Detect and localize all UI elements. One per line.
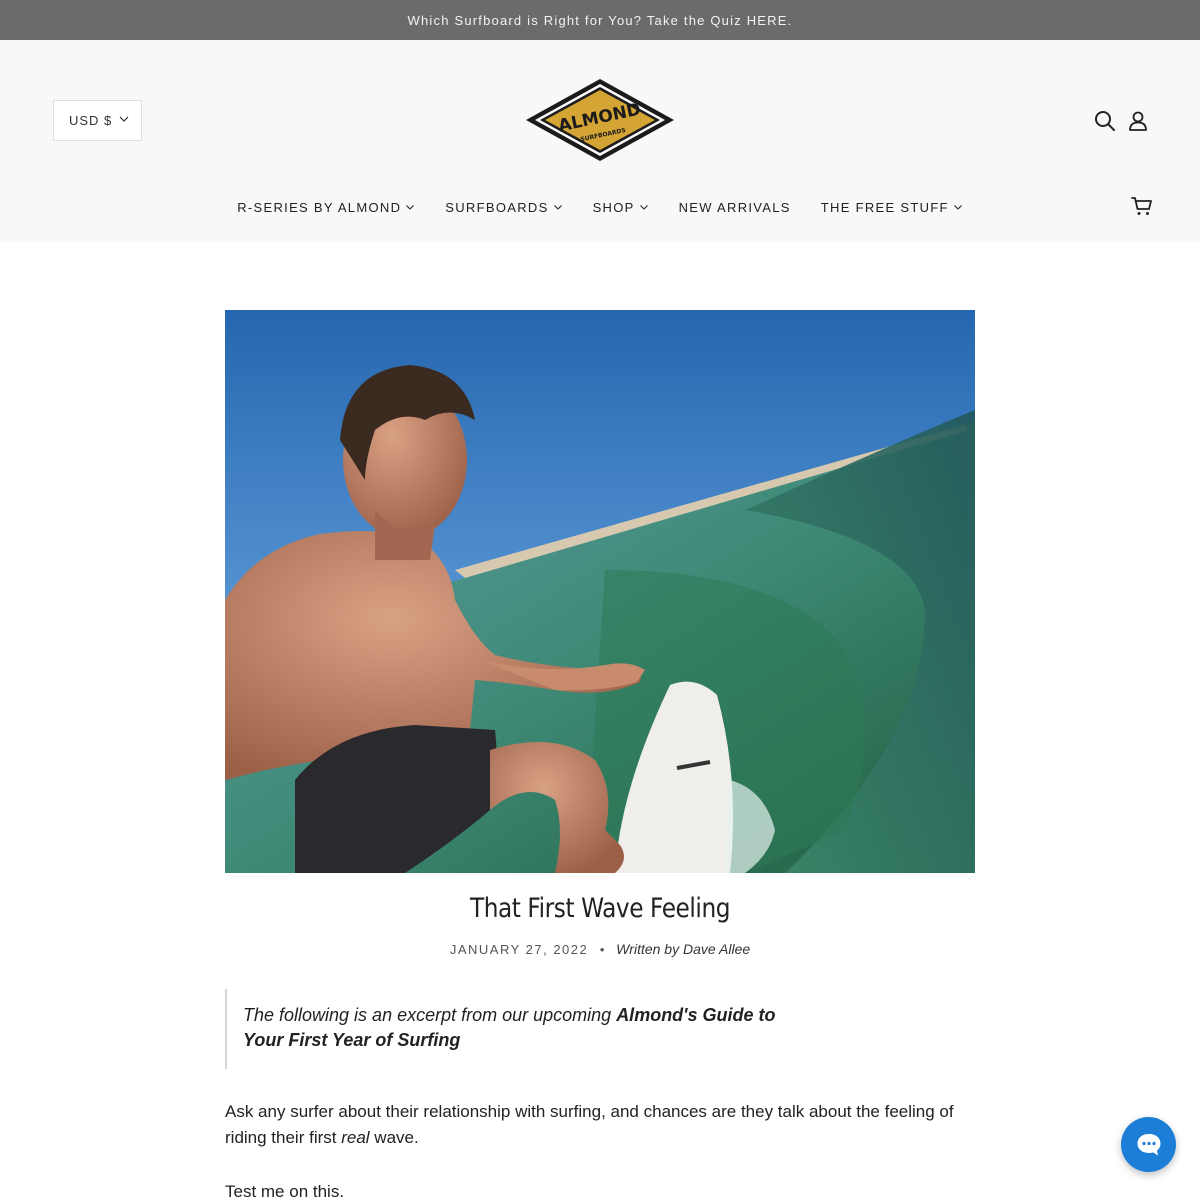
excerpt-quote: The following is an excerpt from our upc…	[225, 989, 785, 1069]
nav-label: SURFBOARDS	[445, 199, 549, 215]
cart-icon[interactable]	[1130, 194, 1154, 218]
nav-item-r-series[interactable]: R-SERIES BY ALMOND	[237, 196, 415, 218]
chevron-down-icon	[639, 205, 648, 210]
announcement-link[interactable]: Which Surfboard is Right for You? Take t…	[408, 13, 793, 28]
almond-surfboards-logo[interactable]: ALMOND SURFBOARDS	[524, 77, 676, 163]
chat-widget-button[interactable]	[1121, 1117, 1176, 1172]
nav-item-free-stuff[interactable]: THE FREE STUFF	[821, 196, 963, 218]
currency-selector[interactable]: USD $	[53, 100, 142, 141]
site-header: USD $ ALMOND SURFBOARDS R-SERIES BY ALMO…	[0, 40, 1200, 242]
currency-label: USD $	[69, 113, 113, 128]
announcement-bar: Which Surfboard is Right for You? Take t…	[0, 0, 1200, 40]
article-date: JANUARY 27, 2022	[449, 942, 589, 957]
nav-label: THE FREE STUFF	[820, 199, 949, 215]
chevron-down-icon	[953, 205, 962, 210]
nav-item-new-arrivals[interactable]: NEW ARRIVALS	[679, 196, 791, 218]
paragraph-text: Ask any surfer about their relationship …	[225, 1102, 954, 1147]
article-title: That First Wave Feeling	[469, 893, 731, 924]
chat-bubble-icon	[1137, 1133, 1160, 1155]
main-nav: R-SERIES BY ALMOND SURFBOARDS SHOP NEW A…	[0, 196, 1200, 218]
nav-item-shop[interactable]: SHOP	[593, 196, 649, 218]
article-paragraph: Ask any surfer about their relationship …	[225, 1099, 985, 1151]
account-icon[interactable]	[1126, 109, 1150, 133]
chevron-down-icon	[406, 205, 415, 210]
quote-text: The following is an excerpt from our upc…	[243, 1005, 617, 1025]
nav-label: SHOP	[592, 199, 635, 215]
article-paragraph: Test me on this.	[225, 1182, 345, 1200]
paragraph-text-end: wave.	[369, 1128, 419, 1147]
paragraph-emphasis: real	[341, 1128, 370, 1147]
hero-image	[225, 310, 975, 873]
nav-label: NEW ARRIVALS	[678, 199, 791, 215]
article-meta: JANUARY 27, 2022 • Written by Dave Allee	[0, 941, 1200, 957]
chevron-down-icon	[553, 205, 562, 210]
search-icon[interactable]	[1093, 109, 1117, 133]
nav-label: R-SERIES BY ALMOND	[237, 199, 402, 215]
article-author: Written by Dave Allee	[616, 941, 751, 957]
chevron-down-icon	[119, 116, 129, 122]
nav-item-surfboards[interactable]: SURFBOARDS	[445, 196, 562, 218]
meta-separator: •	[599, 942, 605, 957]
